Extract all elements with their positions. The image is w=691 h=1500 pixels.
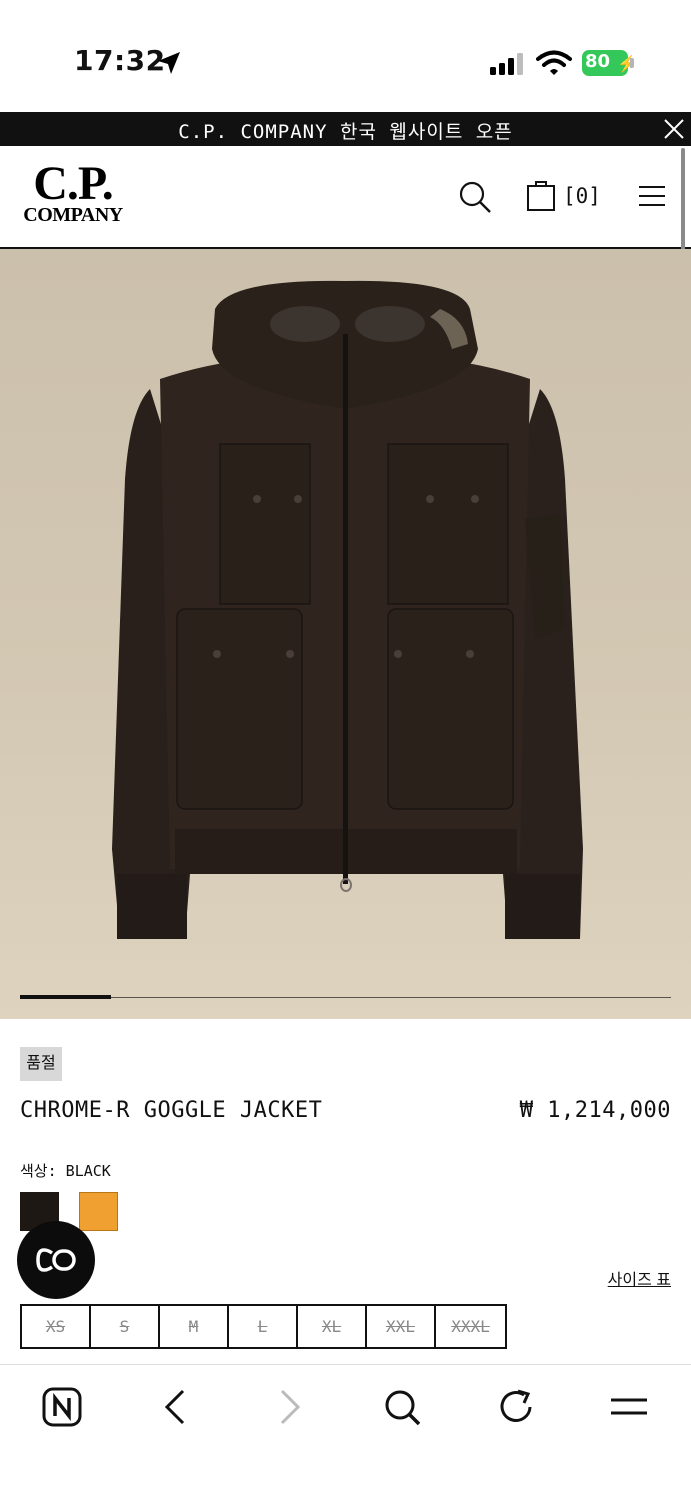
refresh-icon[interactable] bbox=[494, 1385, 538, 1429]
site-header: C.P. COMPANY [0] bbox=[0, 146, 691, 249]
logo-company: COMPANY bbox=[23, 204, 123, 226]
sold-out-badge: 품절 bbox=[20, 1047, 62, 1081]
back-arrow-icon[interactable] bbox=[153, 1385, 197, 1429]
size-option[interactable]: S bbox=[91, 1306, 160, 1347]
size-option[interactable]: L bbox=[229, 1306, 298, 1347]
color-swatch-orange[interactable] bbox=[79, 1192, 118, 1231]
announcement-bar: C.P. COMPANY 한국 웹사이트 오픈 bbox=[0, 112, 691, 146]
product-price: ₩ 1,214,000 bbox=[519, 1098, 671, 1123]
signal-icon bbox=[490, 53, 523, 75]
status-time: 17:32 bbox=[74, 44, 166, 77]
browser-toolbar bbox=[0, 1364, 691, 1500]
hamburger-menu-icon[interactable] bbox=[638, 184, 666, 208]
product-image[interactable] bbox=[0, 249, 691, 1019]
browser-search-icon[interactable] bbox=[380, 1385, 424, 1429]
carousel-progress bbox=[20, 995, 111, 999]
chat-icon bbox=[36, 1248, 76, 1272]
size-option[interactable]: XL bbox=[298, 1306, 367, 1347]
close-icon[interactable] bbox=[663, 118, 685, 140]
status-bar: 17:32 80 ⚡ bbox=[0, 0, 691, 112]
size-selector: XS S M L XL XXL XXXL bbox=[20, 1304, 507, 1349]
battery-icon: 80 ⚡ bbox=[582, 50, 637, 76]
jacket-photo bbox=[112, 280, 583, 939]
size-option[interactable]: XS bbox=[22, 1306, 91, 1347]
chat-button[interactable] bbox=[17, 1221, 95, 1299]
size-option[interactable]: XXL bbox=[367, 1306, 436, 1347]
size-option[interactable]: XXXL bbox=[436, 1306, 505, 1347]
size-option[interactable]: M bbox=[160, 1306, 229, 1347]
product-name: CHROME-R GOGGLE JACKET bbox=[20, 1098, 323, 1123]
size-chart-link[interactable]: 사이즈 표 bbox=[608, 1266, 671, 1290]
search-icon[interactable] bbox=[458, 180, 492, 214]
logo-cp: C.P. bbox=[33, 157, 114, 210]
shopping-bag-icon[interactable] bbox=[526, 180, 556, 212]
brand-logo[interactable]: C.P. COMPANY bbox=[18, 157, 128, 227]
forward-arrow-icon[interactable] bbox=[268, 1385, 312, 1429]
cart-count[interactable]: [0] bbox=[563, 184, 601, 208]
naver-home-icon[interactable] bbox=[40, 1385, 84, 1429]
browser-menu-icon[interactable] bbox=[607, 1385, 651, 1429]
location-arrow-icon bbox=[158, 52, 180, 74]
wifi-icon bbox=[536, 50, 572, 75]
color-label: 색상: BLACK bbox=[20, 1162, 111, 1180]
battery-level: 80 bbox=[585, 51, 611, 72]
carousel-track[interactable] bbox=[20, 997, 671, 998]
announcement-text[interactable]: C.P. COMPANY 한국 웹사이트 오픈 bbox=[0, 117, 691, 144]
